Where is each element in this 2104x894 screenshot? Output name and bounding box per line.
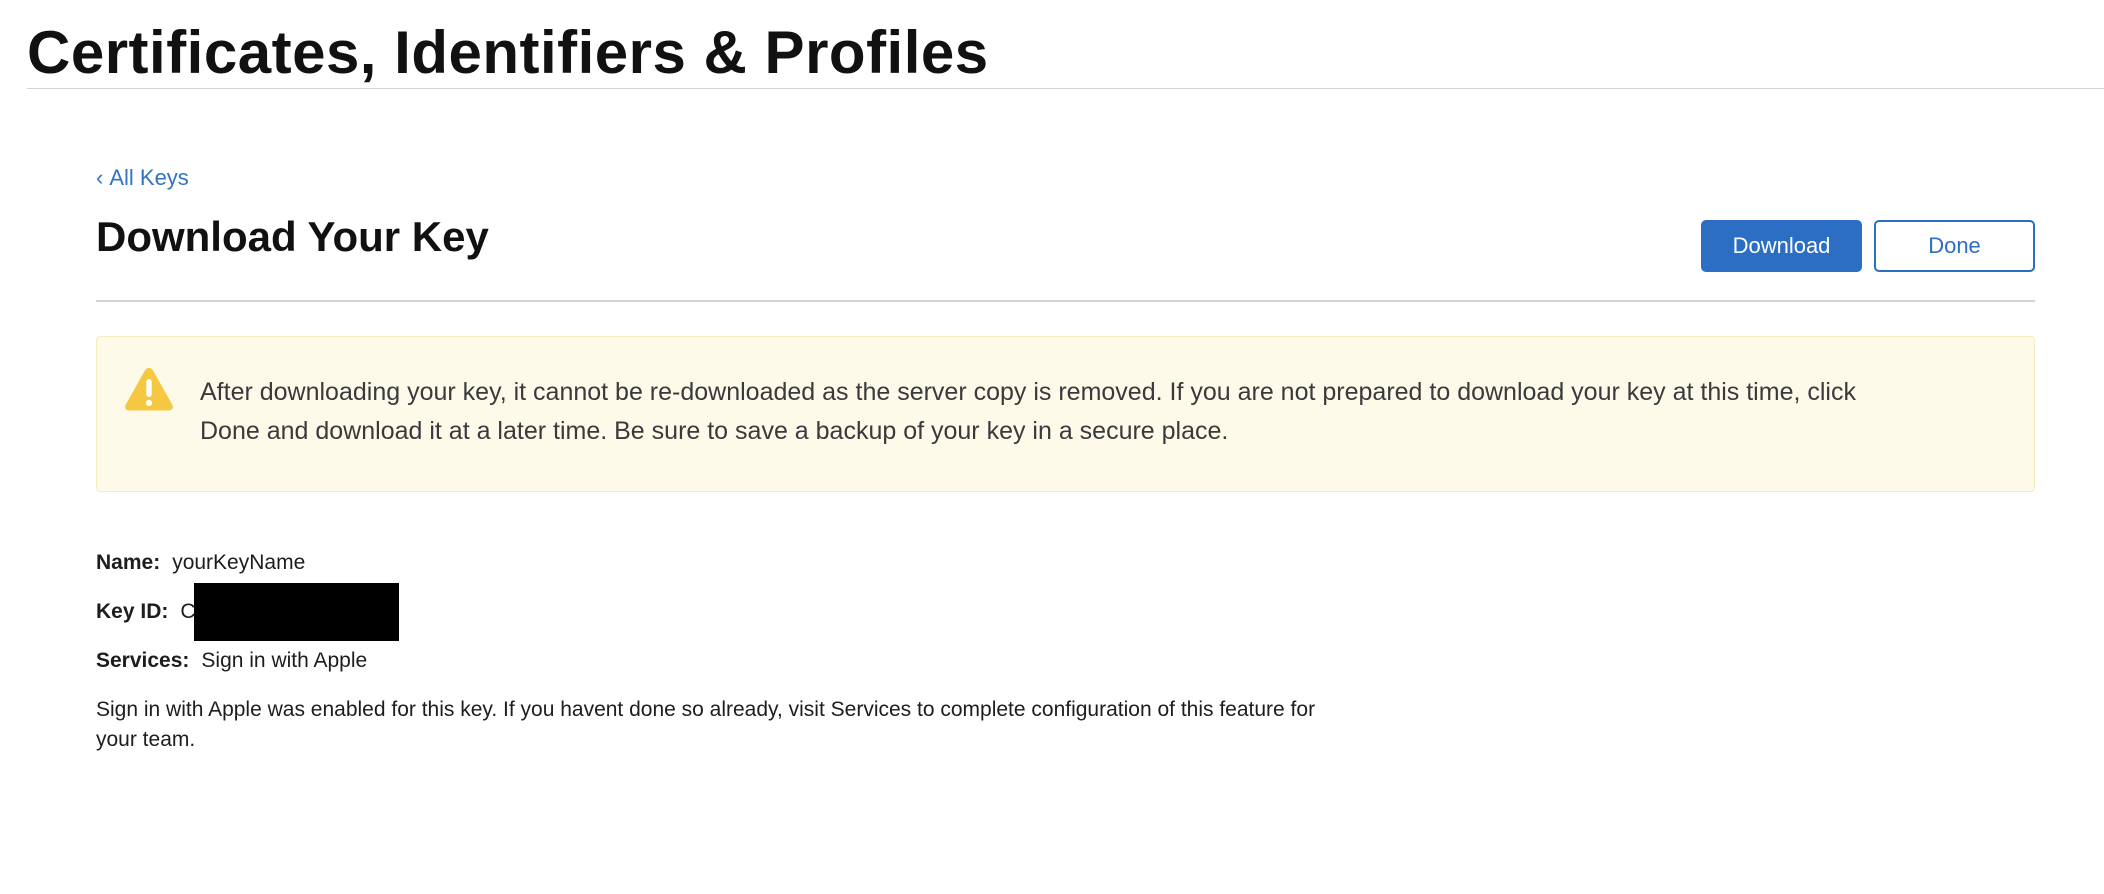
warning-notice: After downloading your key, it cannot be… <box>96 336 2035 492</box>
redacted-key-id <box>193 582 399 641</box>
key-details: Name: yourKeyName Key ID: C Services: Si… <box>96 538 2035 755</box>
name-row: Name: yourKeyName <box>96 538 2035 587</box>
name-label: Name: <box>96 550 161 574</box>
services-value: Sign in with Apple <box>201 648 368 672</box>
services-note: Sign in with Apple was enabled for this … <box>96 698 1316 751</box>
back-to-all-keys-link[interactable]: ‹ All Keys <box>96 160 189 196</box>
page-title: Certificates, Identifiers & Profiles <box>27 19 989 86</box>
back-link-label: All Keys <box>109 165 189 190</box>
main-content: ‹ All Keys Download Your Key Download Don… <box>96 160 2035 755</box>
services-label: Services: <box>96 648 190 672</box>
title-row: Download Your Key Download Done <box>96 212 2035 302</box>
warning-triangle-icon <box>125 368 173 411</box>
key-id-row: Key ID: C <box>96 582 2035 641</box>
key-page-title: Download Your Key <box>96 213 489 260</box>
warning-message: After downloading your key, it cannot be… <box>200 378 1856 445</box>
download-button[interactable]: Download <box>1701 220 1862 272</box>
action-buttons: Download Done <box>1701 220 2035 272</box>
name-value: yourKeyName <box>172 550 306 574</box>
done-button[interactable]: Done <box>1874 220 2035 272</box>
chevron-left-icon: ‹ <box>96 165 104 190</box>
page-header: Certificates, Identifiers & Profiles <box>27 18 2104 89</box>
key-id-label: Key ID: <box>96 599 169 623</box>
services-row: Services: Sign in with Apple <box>96 636 2035 685</box>
